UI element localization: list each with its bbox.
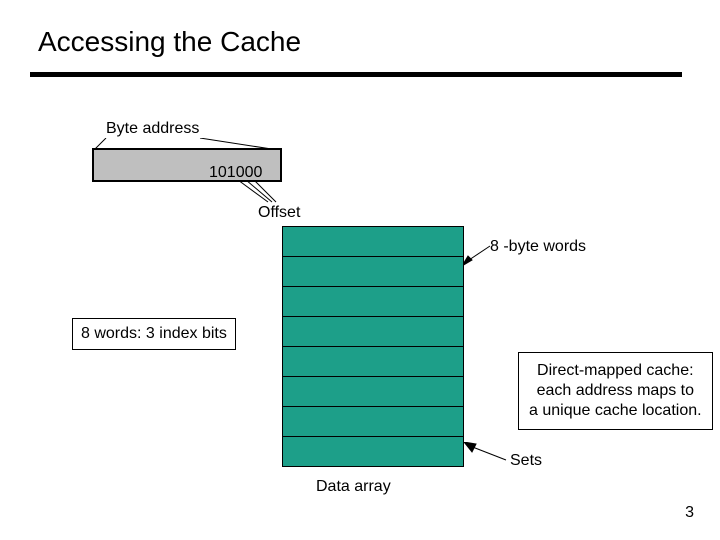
byte-address-label: Byte address [106, 120, 199, 138]
data-array-row [283, 317, 463, 347]
index-bits-note: 8 words: 3 index bits [72, 318, 236, 350]
eight-byte-words-label: 8 -byte words [490, 238, 586, 256]
direct-mapped-line: each address maps to [529, 381, 702, 401]
sets-label: Sets [510, 452, 542, 470]
data-array-row [283, 257, 463, 287]
data-array-row [283, 287, 463, 317]
data-array-row [283, 437, 463, 466]
data-array [282, 226, 464, 467]
data-array-row [283, 377, 463, 407]
data-array-label: Data array [316, 478, 391, 496]
data-array-row [283, 407, 463, 437]
direct-mapped-line: a unique cache location. [529, 401, 702, 421]
slide-title: Accessing the Cache [38, 26, 301, 58]
direct-mapped-note: Direct-mapped cache: each address maps t… [518, 352, 713, 430]
direct-mapped-line: Direct-mapped cache: [529, 361, 702, 381]
title-underline [30, 72, 682, 77]
data-array-row [283, 347, 463, 377]
offset-label: Offset [258, 204, 300, 222]
slide-number: 3 [685, 504, 694, 522]
data-array-row [283, 227, 463, 257]
